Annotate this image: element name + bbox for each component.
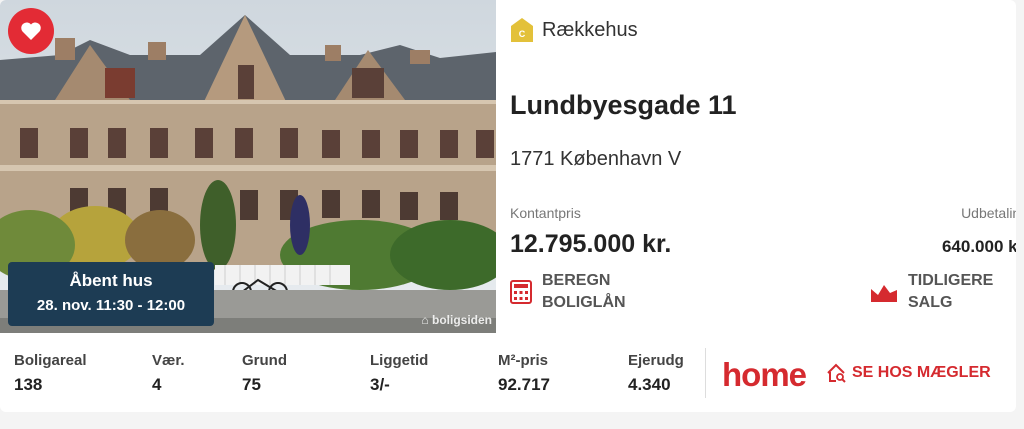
calc-line2: BOLIGLÅN xyxy=(542,294,626,311)
photo-watermark: ⌂ boligsiden xyxy=(421,313,492,327)
property-type-row: C Rækkehus xyxy=(510,17,638,43)
calculate-loan-label: BEREGN BOLIGLÅN xyxy=(542,270,626,314)
see-broker-button[interactable]: SE HOS MÆGLER xyxy=(826,363,991,383)
stat-m2-price: M²-pris 92.717 xyxy=(498,352,550,395)
sales-line2: SALG xyxy=(908,294,953,311)
stat-key: Ejerudg xyxy=(628,352,684,369)
calculator-icon xyxy=(510,280,532,304)
calc-line1: BEREGN xyxy=(542,272,611,289)
stat-value: 4.340 xyxy=(628,375,671,394)
stat-rooms: Vær. 4 xyxy=(152,352,185,395)
down-payment-label: Udbetaling xyxy=(961,205,1016,221)
stat-grund: Grund 75 xyxy=(242,352,287,395)
favorite-button[interactable] xyxy=(8,8,54,54)
stat-value: 75 xyxy=(242,375,261,394)
house-search-icon xyxy=(827,363,846,383)
open-house-time: 28. nov. 11:30 - 12:00 xyxy=(36,297,186,314)
stat-liggetid: Liggetid 3/- xyxy=(370,352,428,395)
listing-card[interactable]: Åbent hus 28. nov. 11:30 - 12:00 ⌂ bolig… xyxy=(0,0,1016,412)
stat-value: 4 xyxy=(152,375,162,394)
broker-logo[interactable]: home xyxy=(722,356,807,394)
stat-value: 138 xyxy=(14,375,43,394)
sales-line1: TIDLIGERE xyxy=(908,272,994,289)
heart-icon xyxy=(21,22,41,40)
stat-value: 3/- xyxy=(370,375,390,394)
stat-value: 92.717 xyxy=(498,375,550,394)
watermark-text: boligsiden xyxy=(432,313,492,327)
type-badge-letter: C xyxy=(519,29,526,39)
stat-key: Vær. xyxy=(152,352,185,369)
stats-divider xyxy=(705,348,706,398)
see-broker-label: SE HOS MÆGLER xyxy=(852,364,991,381)
open-house-badge: Åbent hus 28. nov. 11:30 - 12:00 xyxy=(8,262,214,326)
stat-key: Liggetid xyxy=(370,352,429,369)
chart-icon xyxy=(871,285,897,302)
previous-sales-button[interactable]: TIDLIGERE SALG xyxy=(870,270,993,314)
calculate-loan-button[interactable]: BEREGN BOLIGLÅN xyxy=(510,270,626,314)
open-house-title: Åbent hus xyxy=(69,271,153,290)
city-line: 1771 København V xyxy=(510,148,682,170)
down-payment-value: 640.000 kr. xyxy=(941,237,1016,256)
stat-ejerudg: Ejerudg 4.340 xyxy=(628,352,684,395)
address-title[interactable]: Lundbyesgade 11 xyxy=(510,90,737,121)
price-value: 12.795.000 kr. xyxy=(510,230,672,258)
stat-boligareal: Boligareal 138 xyxy=(14,352,87,395)
house-type-icon: C xyxy=(511,18,533,42)
stat-key: Grund xyxy=(242,352,287,369)
listing-photo[interactable]: Åbent hus 28. nov. 11:30 - 12:00 ⌂ bolig… xyxy=(0,0,496,333)
property-type: Rækkehus xyxy=(542,18,638,41)
stat-key: Boligareal xyxy=(14,352,87,369)
price-label: Kontantpris xyxy=(510,205,581,221)
previous-sales-label: TIDLIGERE SALG xyxy=(908,270,993,314)
stat-key: M²-pris xyxy=(498,352,548,369)
